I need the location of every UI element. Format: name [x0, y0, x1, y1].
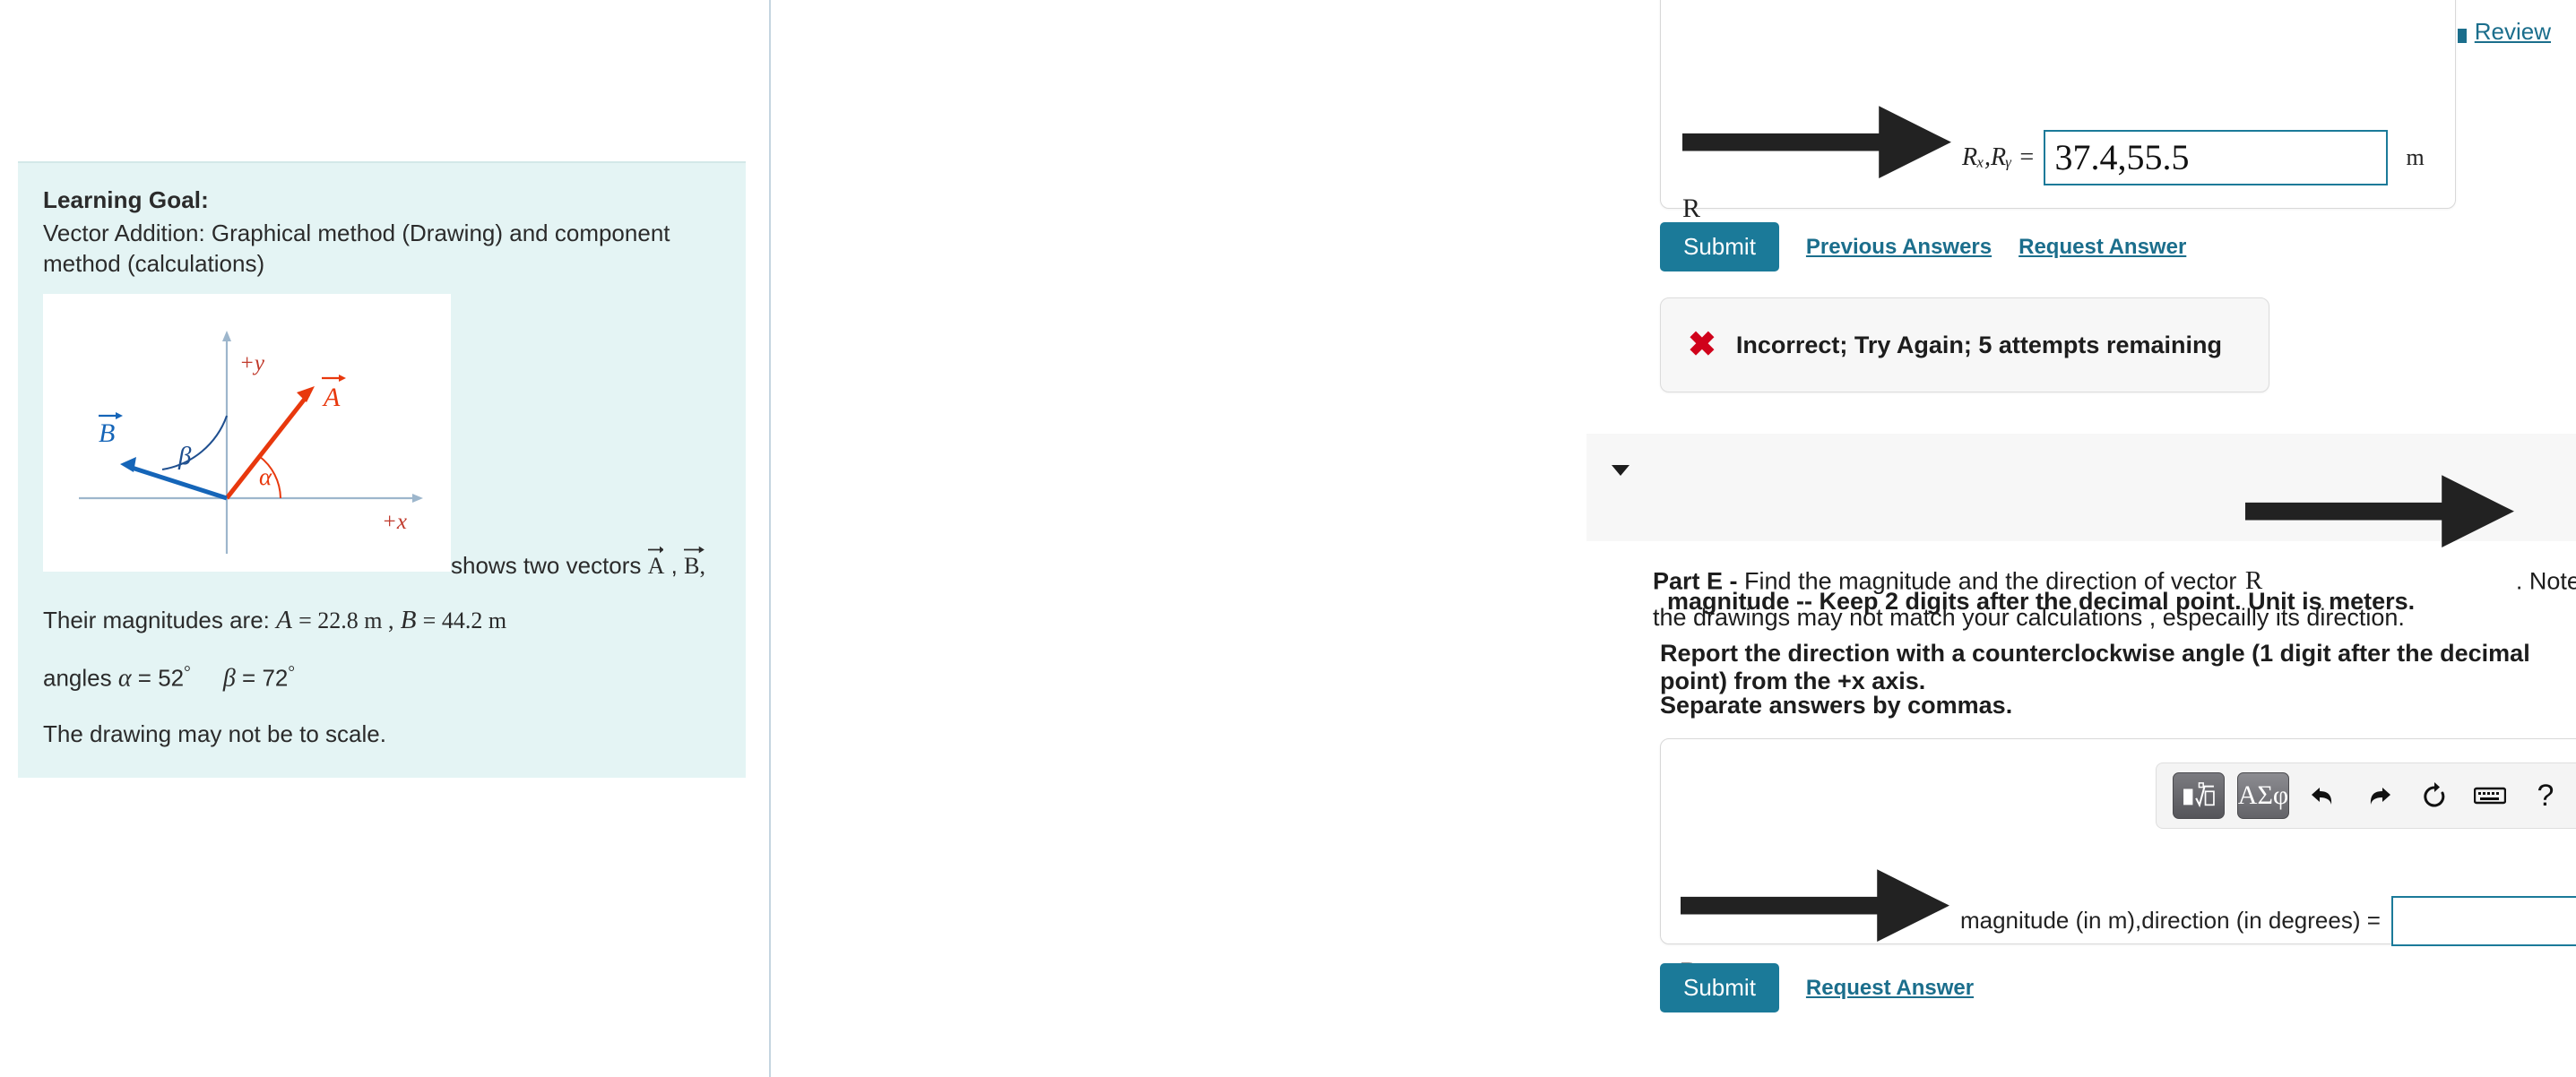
caption-vector-b: B,	[684, 546, 705, 580]
part-e-answer-card: ΑΣφ ? magnitude (in m),direction (in deg…	[1660, 738, 2576, 987]
part-e-instruction-2: Report the direction with a counterclock…	[1660, 640, 2530, 694]
template-sqrt-icon[interactable]	[2173, 772, 2225, 819]
help-icon[interactable]: ?	[2524, 775, 2567, 816]
angle-beta-label: β	[177, 442, 192, 470]
part-d-components-label: Rₓ,Rᵧ =	[1961, 142, 2036, 171]
part-d-feedback-text: Incorrect; Try Again; 5 attempts remaini…	[1735, 331, 2222, 358]
left-panel: Learning Goal: Vector Addition: Graphica…	[0, 0, 769, 1077]
angles-line: angles α = 52° β = 72°	[43, 661, 721, 695]
mag-a-value: = 22.8 m ,	[298, 607, 394, 633]
caption-comma: ,	[670, 551, 678, 579]
part-e-instruction-1: magnitude -- Keep 2 digits after the dec…	[1667, 588, 2416, 615]
figure-caption-prefix: shows two vectors	[451, 551, 642, 579]
greek-symbols-label: ΑΣφ	[2237, 780, 2289, 810]
right-panel: Review ΑΣφ	[771, 0, 2576, 1077]
x-mark-icon: ✖	[1688, 326, 1716, 364]
scale-note: The drawing may not be to scale.	[43, 720, 386, 748]
part-e-submit-button[interactable]: Submit	[1660, 963, 1779, 1012]
part-d-submit-button[interactable]: Submit	[1660, 222, 1779, 271]
part-e-answer-hint: magnitude (in m),direction (in degrees) …	[1959, 907, 2381, 935]
part-d-answer-card: R Rₓ,Rᵧ = m	[1660, 0, 2456, 223]
angle-beta-value: = 72	[242, 664, 289, 692]
part-e-math-toolbar-wrap: ΑΣφ ?	[2156, 763, 2576, 829]
part-e-request-answer-link[interactable]: Request Answer	[1806, 976, 1974, 1001]
part-d-answer-row: R Rₓ,Rᵧ = m	[1681, 90, 2425, 224]
axis-y-label: +y	[239, 351, 265, 375]
figure-wrapper: +y +x A B α β	[43, 293, 451, 572]
vector-arrow-icon	[1682, 90, 1951, 194]
vector-a-label: A	[322, 383, 341, 412]
part-d-unit: m	[2406, 143, 2425, 170]
magnitudes-prefix: Their magnitudes are:	[43, 606, 270, 633]
part-d-answer-input[interactable]	[2044, 129, 2389, 185]
magnitudes-line: Their magnitudes are: A = 22.8 m , B = 4…	[43, 603, 721, 638]
page-root: Learning Goal: Vector Addition: Graphica…	[0, 0, 2576, 1077]
part-d-feedback-box: ✖ Incorrect; Try Again; 5 attempts remai…	[1660, 297, 2269, 392]
vector-arrow-icon	[1681, 854, 1949, 957]
vector-r-symbol: R	[1681, 90, 1953, 224]
angle-alpha-label: α	[259, 463, 272, 490]
part-d-request-answer-link[interactable]: Request Answer	[2018, 235, 2186, 260]
degree-symbol: °	[184, 662, 191, 682]
caret-down-icon[interactable]	[1612, 465, 1629, 476]
angle-alpha-value: = 52	[137, 664, 185, 692]
review-label: Review	[2474, 18, 2551, 45]
part-d-button-row: Submit Previous Answers Request Answer	[1660, 222, 2186, 271]
greek-symbols-button[interactable]: ΑΣφ	[2237, 772, 2289, 819]
keyboard-icon[interactable]	[2468, 775, 2511, 816]
part-d-answer-label: R Rₓ,Rᵧ =	[1681, 90, 2035, 224]
mag-b-value: = 44.2 m	[422, 607, 507, 633]
mag-b-symbol: B	[400, 605, 417, 634]
vector-r-symbol: R	[2243, 460, 2516, 600]
part-e-answer-input[interactable]	[2390, 895, 2576, 946]
learning-goal-box: Learning Goal: Vector Addition: Graphica…	[18, 161, 746, 778]
review-link[interactable]: Review	[2444, 18, 2551, 46]
learning-goal-title: Learning Goal:	[43, 186, 209, 213]
angle-beta-symbol: β	[222, 664, 236, 693]
vector-arrow-icon	[647, 545, 664, 555]
redo-icon[interactable]	[2357, 775, 2400, 816]
undo-icon[interactable]	[2302, 775, 2345, 816]
caption-vector-a: A	[647, 546, 664, 580]
vector-b-label: B	[99, 418, 115, 448]
reset-icon[interactable]	[2413, 775, 2456, 816]
help-label: ?	[2537, 778, 2554, 813]
vector-arrow-icon	[2244, 460, 2514, 563]
part-e-instruction-3: Separate answers by commas.	[1660, 692, 2013, 719]
degree-symbol: °	[288, 662, 295, 682]
math-toolbar: ΑΣφ ?	[2156, 763, 2576, 829]
part-e-button-row: Submit Request Answer	[1660, 963, 1974, 1012]
vector-diagram: +y +x A B α β	[43, 293, 451, 572]
angles-prefix: angles	[43, 664, 112, 692]
part-d-previous-answers-link[interactable]: Previous Answers	[1806, 235, 1992, 260]
learning-goal-text: Vector Addition: Graphical method (Drawi…	[43, 220, 670, 278]
vector-diagram-svg: +y +x A B α β	[79, 330, 423, 554]
angle-alpha-symbol: α	[117, 664, 132, 693]
mag-a-symbol: A	[276, 605, 292, 634]
vector-arrow-icon	[684, 545, 705, 555]
axis-x-label: +x	[382, 510, 407, 534]
